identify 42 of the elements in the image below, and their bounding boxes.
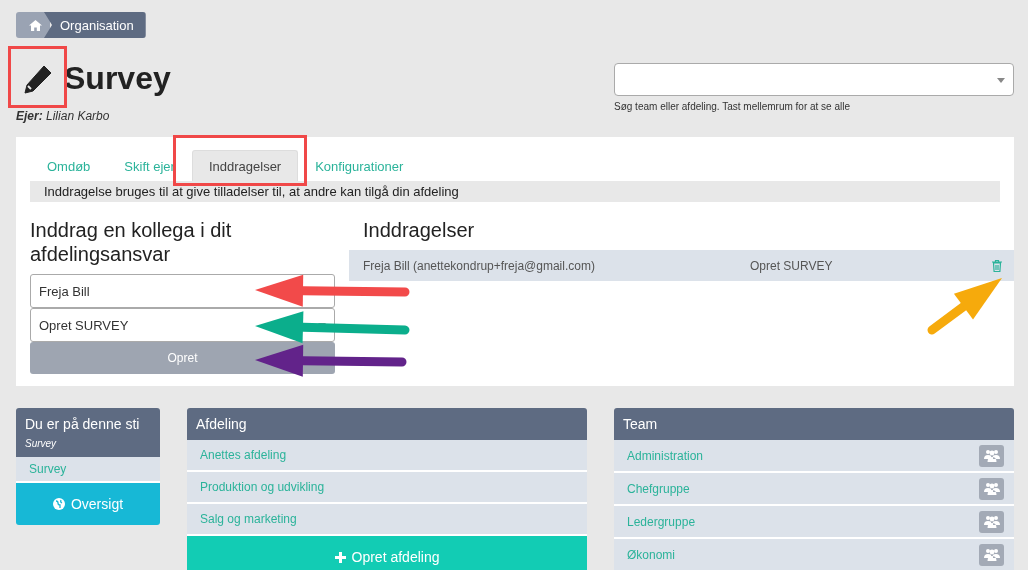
group-icon (983, 482, 1000, 495)
dropdown-caret-icon (997, 77, 1005, 83)
owner-text: Ejer: Lilian Karbo (16, 109, 111, 123)
tab[interactable]: Konfigurationer (298, 150, 421, 181)
members-button[interactable] (979, 477, 1004, 500)
home-icon (28, 19, 42, 31)
form-heading: Inddrag en kollega i dit afdelingsansvar (30, 218, 233, 266)
team-header: Team (614, 408, 1014, 440)
team-link[interactable]: Administration (627, 448, 704, 463)
info-bar: Inddragelse bruges til at give tilladelser til, at andre kan tilgå din afdeling (30, 181, 1000, 202)
overview-button[interactable]: Oversigt (16, 483, 160, 525)
tab[interactable]: Skift ejer (107, 150, 192, 181)
tab[interactable]: Omdøb (30, 150, 108, 181)
page-title: Survey (64, 60, 171, 97)
globe-icon (52, 498, 65, 510)
department-link[interactable]: Anettes afdeling (187, 440, 587, 472)
search-select[interactable] (614, 63, 1014, 96)
search-hint: Søg team eller afdeling. Tast mellemrum for at se alle (614, 101, 851, 112)
path-link[interactable]: Survey (16, 457, 160, 483)
department-header: Afdeling (187, 408, 587, 440)
involvements-heading: Inddragelser (362, 218, 476, 242)
plus-icon (334, 551, 346, 563)
group-icon (983, 449, 1000, 462)
trash-icon[interactable] (992, 259, 1002, 272)
department-link[interactable]: Salg og marketing (187, 504, 587, 536)
person-text: Freja Bill (anettekondrup+freja@gmail.com) (363, 258, 596, 273)
team-link[interactable]: Økonomi (627, 547, 676, 562)
create-department-button[interactable]: Opret afdeling (187, 536, 587, 570)
path-subtitle: Survey (25, 438, 58, 449)
team-link[interactable]: Chefgruppe (627, 481, 690, 496)
department-link[interactable]: Produktion og udvikling (187, 472, 587, 504)
role-text: Opret SURVEY (750, 258, 834, 273)
team-link[interactable]: Ledergruppe (627, 514, 696, 529)
breadcrumb-link[interactable]: Organisation (44, 12, 146, 38)
tab[interactable]: Inddragelser (191, 150, 299, 181)
group-icon (983, 548, 1000, 561)
group-icon (983, 515, 1000, 528)
members-button[interactable] (979, 543, 1004, 566)
path-title: Du er på denne sti (25, 416, 141, 432)
members-button[interactable] (979, 444, 1004, 467)
members-button[interactable] (979, 510, 1004, 533)
home-button[interactable] (16, 12, 50, 38)
